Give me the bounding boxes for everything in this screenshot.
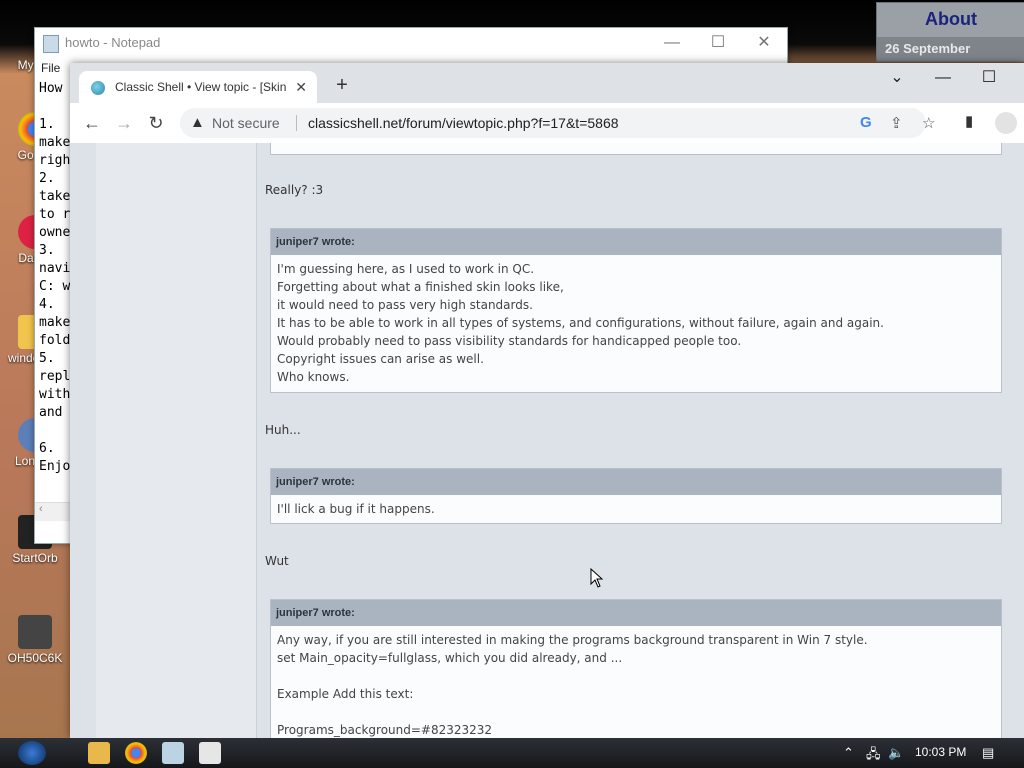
profile-avatar[interactable] (995, 112, 1017, 134)
notepad-icon (43, 35, 59, 53)
quote-block-partial (270, 143, 1002, 155)
quote-header: juniper7 wrote: (271, 229, 1001, 255)
quote-header: juniper7 wrote: (271, 600, 1001, 626)
notepad-titlebar[interactable]: howto - Notepad — ☐ ✕ (35, 28, 787, 58)
about-date: 26 September (877, 37, 1024, 61)
tab-bar: Classic Shell • View topic - [Skin7 ✕ + … (70, 63, 1024, 103)
new-tab-button[interactable]: + (330, 73, 354, 97)
tab-close-icon[interactable]: ✕ (295, 71, 307, 103)
bookmark-star-icon[interactable]: ☆ (922, 114, 935, 132)
desktop-icon-oh50c6k[interactable]: OH50C6K (0, 615, 70, 665)
mouse-cursor-icon (590, 568, 604, 588)
photos-taskbar-icon[interactable] (199, 742, 221, 764)
security-label[interactable]: Not secure (212, 115, 280, 131)
horizontal-scrollbar[interactable]: ‹ (35, 502, 75, 521)
notepad-title: howto - Notepad (65, 35, 161, 50)
tab-classic-shell[interactable]: Classic Shell • View topic - [Skin7 ✕ (79, 71, 317, 103)
page-content: Really? :3 juniper7 wrote: I'm guessing … (70, 143, 1024, 738)
file-explorer-icon[interactable] (88, 742, 110, 764)
address-bar[interactable]: ▲ Not secure classicshell.net/forum/view… (180, 108, 935, 138)
forum-post: Really? :3 juniper7 wrote: I'm guessing … (256, 143, 1024, 738)
menu-file[interactable]: File (41, 61, 60, 75)
tab-search-icon[interactable]: ⌄ (874, 67, 920, 89)
network-icon[interactable]: 🖧 (866, 745, 881, 767)
quote-header: juniper7 wrote: (271, 469, 1001, 495)
forward-icon[interactable]: → (112, 111, 136, 135)
side-panel-icon[interactable]: ▮ (965, 112, 973, 130)
notifications-icon[interactable]: ▤ (982, 745, 994, 761)
maximize-button[interactable]: ☐ (966, 67, 1012, 89)
volume-icon[interactable]: 🔈 (888, 745, 904, 761)
share-icon[interactable]: ⇪ (890, 114, 903, 132)
browser-window[interactable]: Classic Shell • View topic - [Skin7 ✕ + … (70, 63, 1024, 738)
desktop-icon-label: StartOrb (12, 551, 58, 565)
reload-icon[interactable]: ↻ (144, 111, 168, 135)
taskbar: ⌃ 🖧 🔈 10:03 PM ▤ (0, 738, 1024, 768)
desktop-icon-label: OH50C6K (7, 651, 63, 665)
quote-block: juniper7 wrote: I'm guessing here, as I … (270, 228, 1002, 393)
clock[interactable]: 10:03 PM (915, 745, 966, 759)
divider (296, 115, 297, 131)
reply-text: Wut (265, 554, 289, 568)
browser-toolbar: ← → ↻ ▲ Not secure classicshell.net/foru… (70, 103, 1024, 144)
about-widget[interactable]: About 26 September (876, 2, 1024, 62)
google-icon[interactable]: G (860, 114, 872, 131)
notepad-taskbar-icon[interactable] (162, 742, 184, 764)
about-title: About (925, 9, 977, 29)
quote-body: Any way, if you are still interested in … (277, 633, 868, 737)
quote-block: juniper7 wrote: Any way, if you are stil… (270, 599, 1002, 738)
reply-text: Really? :3 (265, 183, 324, 197)
quote-block: juniper7 wrote: I'll lick a bug if it ha… (270, 468, 1002, 524)
chevron-up-icon[interactable]: ⌃ (843, 745, 854, 761)
back-icon[interactable]: ← (80, 111, 104, 135)
chrome-taskbar-icon[interactable] (125, 742, 147, 764)
forum-left-column (96, 143, 257, 738)
reply-text: Huh... (265, 423, 301, 437)
start-button[interactable] (18, 741, 46, 765)
tab-title: Classic Shell • View topic - [Skin7 (115, 80, 287, 94)
quote-body: I'm guessing here, as I used to work in … (277, 262, 884, 384)
minimize-button[interactable]: — (920, 67, 966, 89)
page-scrollbar[interactable] (1016, 143, 1024, 738)
windows-orb-icon (18, 615, 52, 649)
classic-shell-favicon (91, 81, 105, 95)
url-text[interactable]: classicshell.net/forum/viewtopic.php?f=1… (308, 115, 619, 131)
maximize-button[interactable]: ☐ (695, 28, 741, 58)
quote-body: I'll lick a bug if it happens. (277, 502, 435, 516)
warning-icon[interactable]: ▲ (190, 114, 205, 131)
close-button[interactable]: ✕ (741, 28, 787, 58)
minimize-button[interactable]: — (649, 28, 695, 58)
